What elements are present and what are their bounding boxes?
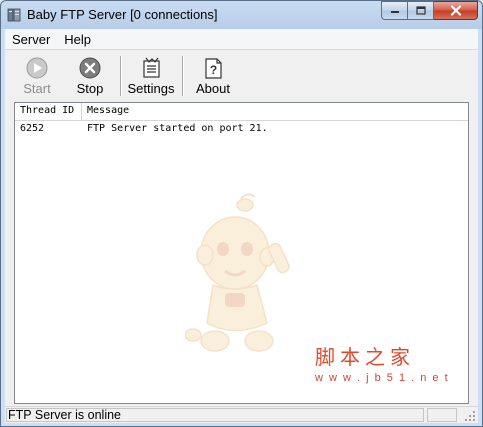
stop-button[interactable]: Stop bbox=[68, 53, 112, 97]
column-divider[interactable] bbox=[81, 103, 82, 120]
column-thread-id[interactable]: Thread ID bbox=[20, 105, 74, 116]
log-list[interactable]: Thread ID Message 6252 FTP Server starte… bbox=[14, 102, 469, 404]
menu-help[interactable]: Help bbox=[57, 29, 98, 49]
close-icon bbox=[450, 5, 461, 16]
watermark: 脚本之家 w w w . j b 5 1 . n e t bbox=[315, 341, 455, 384]
minimize-icon bbox=[390, 10, 399, 13]
about-button[interactable]: ? About bbox=[189, 53, 237, 97]
watermark-chinese-text: 脚本之家 bbox=[315, 345, 415, 369]
stop-label: Stop bbox=[76, 81, 104, 96]
play-icon bbox=[26, 57, 48, 79]
watermark-url: w w w . j b 5 1 . n e t bbox=[315, 372, 450, 384]
toolbar-separator bbox=[182, 56, 184, 96]
window-title: Baby FTP Server [0 connections] bbox=[27, 7, 218, 22]
status-text: FTP Server is online bbox=[6, 408, 424, 422]
table-row[interactable]: 6252 FTP Server started on port 21. bbox=[15, 123, 468, 138]
cell-thread-id: 6252 bbox=[20, 123, 45, 134]
menu-server[interactable]: Server bbox=[5, 29, 57, 49]
about-label: About bbox=[196, 81, 230, 96]
maximize-icon bbox=[415, 6, 426, 15]
maximize-button[interactable] bbox=[408, 1, 434, 20]
settings-label: Settings bbox=[127, 81, 175, 96]
toolbar-separator bbox=[120, 56, 122, 96]
settings-icon bbox=[143, 57, 160, 78]
column-message[interactable]: Message bbox=[87, 105, 129, 116]
toolbar: Start Stop Settings ? About bbox=[5, 50, 478, 100]
stop-icon bbox=[79, 57, 101, 79]
list-header: Thread ID Message bbox=[15, 103, 468, 121]
start-label: Start bbox=[23, 81, 51, 96]
cell-message: FTP Server started on port 21. bbox=[87, 123, 268, 134]
client-area: Server Help Start Stop Settings ? About … bbox=[5, 29, 478, 423]
help-document-icon: ? bbox=[205, 58, 222, 79]
settings-button[interactable]: Settings bbox=[125, 53, 177, 97]
minimize-button[interactable] bbox=[381, 1, 408, 20]
status-pane-secondary bbox=[427, 408, 457, 422]
title-bar[interactable]: Baby FTP Server [0 connections] bbox=[1, 1, 482, 29]
start-button[interactable]: Start bbox=[15, 53, 59, 97]
status-bar: FTP Server is online bbox=[5, 406, 478, 423]
baby-mascot-logo bbox=[185, 193, 290, 352]
ftp-server-app-icon bbox=[7, 8, 21, 22]
resize-grip-icon[interactable] bbox=[464, 410, 476, 422]
close-button[interactable] bbox=[434, 1, 478, 20]
menu-bar: Server Help bbox=[5, 29, 478, 50]
app-window: Baby FTP Server [0 connections] Server H… bbox=[0, 0, 483, 427]
svg-text:?: ? bbox=[210, 63, 217, 77]
